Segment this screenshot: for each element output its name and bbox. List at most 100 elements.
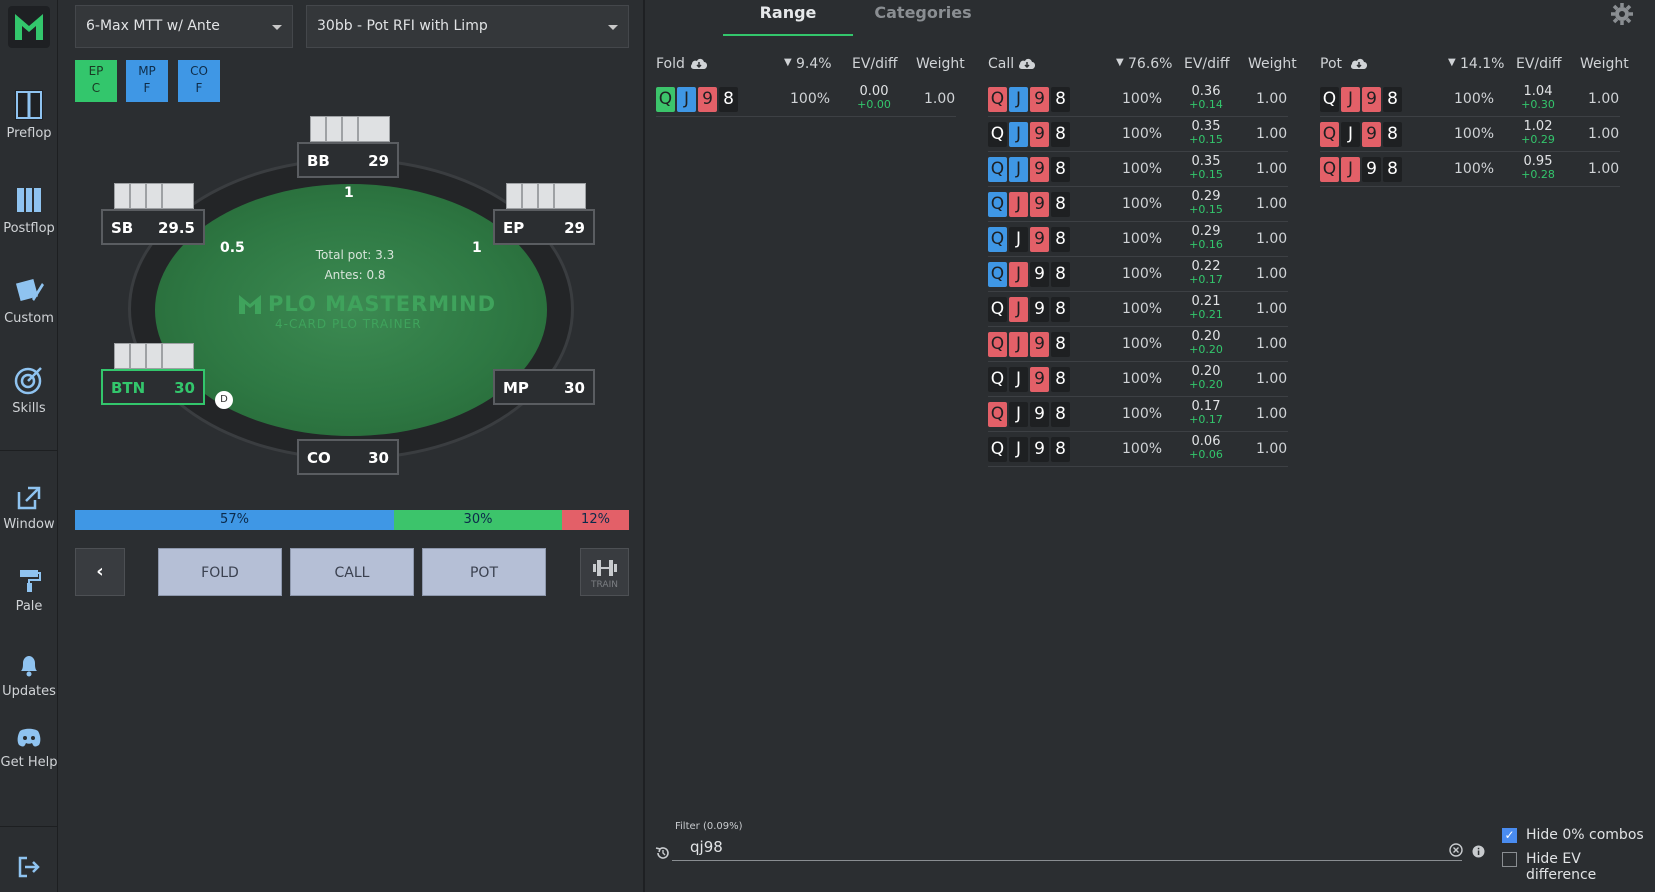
sidebar-item-preflop[interactable]: Preflop [0, 90, 58, 141]
row-weight: 1.00 [1256, 301, 1288, 317]
format-select[interactable]: 6-Max MTT w/ Ante [75, 5, 293, 48]
action-chip-ep[interactable]: EP C [75, 60, 117, 102]
column-title[interactable]: Pot [1320, 56, 1342, 72]
table-row[interactable]: Q J 9 8 100% 0.20 +0.20 1.00 [988, 362, 1288, 397]
playing-card: J [1341, 157, 1360, 182]
table-row[interactable]: Q J 9 8 100% 0.17 +0.17 1.00 [988, 397, 1288, 432]
clear-filter-icon[interactable] [1449, 843, 1463, 857]
train-label: TRAIN [591, 580, 618, 590]
sort-desc-icon[interactable]: ▼ [784, 57, 792, 68]
pot-button[interactable]: POT [422, 548, 546, 596]
scenario-select[interactable]: 30bb - Pot RFI with Limp [306, 5, 629, 48]
table-row[interactable]: Q J 9 8 100% 0.22 +0.17 1.00 [988, 257, 1288, 292]
column-frequency[interactable]: 14.1% [1460, 56, 1504, 72]
download-icon[interactable] [690, 57, 708, 71]
playing-card: J [1009, 192, 1028, 217]
antes: Antes: 0.8 [324, 268, 386, 282]
sidebar-item-custom[interactable]: Custom [0, 275, 58, 326]
sidebar-item-postflop[interactable]: Postflop [0, 185, 58, 236]
table-row[interactable]: Q J 9 8 100% 0.00 +0.00 1.00 [656, 82, 956, 117]
call-button[interactable]: CALL [290, 548, 414, 596]
table-row[interactable]: Q J 9 8 100% 0.21 +0.21 1.00 [988, 292, 1288, 327]
download-icon[interactable] [1350, 57, 1368, 71]
seat-co[interactable]: CO 30 [297, 439, 399, 475]
sort-desc-icon[interactable]: ▼ [1448, 57, 1456, 68]
seat-bb[interactable]: BB 29 [297, 142, 399, 178]
playing-card: J [1009, 367, 1028, 392]
table-row[interactable]: Q J 9 8 100% 0.20 +0.20 1.00 [988, 327, 1288, 362]
back-button[interactable]: ‹ [75, 548, 125, 596]
sidebar-item-updates[interactable]: Updates [0, 652, 58, 699]
hand-cards: QJ98 [988, 402, 1072, 427]
column-title[interactable]: Call [988, 56, 1014, 72]
row-ev: 0.22 +0.17 [1186, 260, 1226, 286]
table-row[interactable]: Q J 9 8 100% 0.35 +0.15 1.00 [988, 117, 1288, 152]
download-icon[interactable] [1018, 57, 1036, 71]
sidebar-item-window[interactable]: Window [0, 485, 58, 532]
tab-range[interactable]: Range [723, 0, 853, 36]
playing-card: J [1341, 87, 1360, 112]
table-row[interactable]: Q J 9 8 100% 0.29 +0.16 1.00 [988, 222, 1288, 257]
table-row[interactable]: Q J 9 8 100% 0.06 +0.06 1.00 [988, 432, 1288, 467]
playing-card: Q [1320, 87, 1339, 112]
total-pot: Total pot: 3.3 [315, 248, 395, 262]
row-ev: 0.20 +0.20 [1186, 330, 1226, 356]
column-title[interactable]: Fold [656, 56, 685, 72]
row-frequency: 100% [1122, 266, 1163, 282]
info-icon[interactable] [1472, 845, 1485, 858]
table-row[interactable]: Q J 9 8 100% 0.29 +0.15 1.00 [988, 187, 1288, 222]
gear-icon[interactable] [1610, 2, 1634, 26]
playing-card: 8 [1051, 227, 1070, 252]
table-row[interactable]: Q J 9 8 100% 1.04 +0.30 1.00 [1320, 82, 1620, 117]
action-chip-mp[interactable]: MP F [126, 60, 168, 102]
table-row[interactable]: Q J 9 8 100% 0.35 +0.15 1.00 [988, 152, 1288, 187]
action-chip-co[interactable]: CO F [178, 60, 220, 102]
seat-btn[interactable]: BTN 30 [101, 369, 205, 405]
seat-mp[interactable]: MP 30 [493, 369, 595, 405]
playing-card: 9 [1030, 262, 1049, 287]
filter-input[interactable] [672, 835, 1462, 861]
row-weight: 1.00 [1588, 91, 1620, 107]
column-frequency[interactable]: 9.4% [796, 56, 832, 72]
app-logo[interactable] [8, 6, 50, 48]
hide-ev-checkbox[interactable] [1502, 852, 1517, 867]
history-icon[interactable] [655, 845, 671, 861]
weight-header[interactable]: Weight [1248, 56, 1297, 72]
playing-card: J [1341, 122, 1360, 147]
playing-card: J [1009, 122, 1028, 147]
train-button[interactable]: TRAIN [580, 548, 629, 596]
ev-header[interactable]: EV/diff [852, 56, 898, 72]
ev-value: 0.29 [1191, 224, 1221, 239]
logout-button[interactable] [0, 855, 58, 885]
playing-card: 9 [1030, 157, 1049, 182]
seat-sb[interactable]: SB 29.5 [101, 209, 205, 245]
table-row[interactable]: Q J 9 8 100% 0.95 +0.28 1.00 [1320, 152, 1620, 187]
table-row[interactable]: Q J 9 8 100% 0.36 +0.14 1.00 [988, 82, 1288, 117]
row-frequency: 100% [790, 91, 831, 107]
range-column-fold: Fold 9.4% EV/diff Weight ▼ Q J 9 8 100% 0.00 +0.00 1… [656, 48, 966, 808]
ev-header[interactable]: EV/diff [1184, 56, 1230, 72]
playing-card: 9 [1030, 87, 1049, 112]
row-weight: 1.00 [1256, 196, 1288, 212]
playing-card: 8 [1383, 87, 1402, 112]
sidebar-item-get-help[interactable]: Get Help [0, 727, 58, 770]
dumbbell-icon [592, 560, 617, 576]
playing-card: 8 [1051, 402, 1070, 427]
tab-categories[interactable]: Categories [853, 0, 993, 36]
sidebar-item-skills[interactable]: Skills [0, 365, 58, 416]
hide-zero-checkbox[interactable]: ✓ [1502, 828, 1517, 843]
sidebar-item-pale[interactable]: Pale [0, 567, 58, 614]
fold-button[interactable]: FOLD [158, 548, 282, 596]
sidebar-item-label: Pale [15, 599, 43, 614]
ev-diff: +0.17 [1189, 273, 1223, 286]
weight-header[interactable]: Weight [1580, 56, 1629, 72]
row-ev: 0.29 +0.16 [1186, 225, 1226, 251]
chip-action: C [91, 81, 101, 95]
sort-desc-icon[interactable]: ▼ [1116, 57, 1124, 68]
row-weight: 1.00 [924, 91, 956, 107]
column-frequency[interactable]: 76.6% [1128, 56, 1172, 72]
weight-header[interactable]: Weight [916, 56, 965, 72]
ev-header[interactable]: EV/diff [1516, 56, 1562, 72]
table-row[interactable]: Q J 9 8 100% 1.02 +0.29 1.00 [1320, 117, 1620, 152]
seat-ep[interactable]: EP 29 [493, 209, 595, 245]
